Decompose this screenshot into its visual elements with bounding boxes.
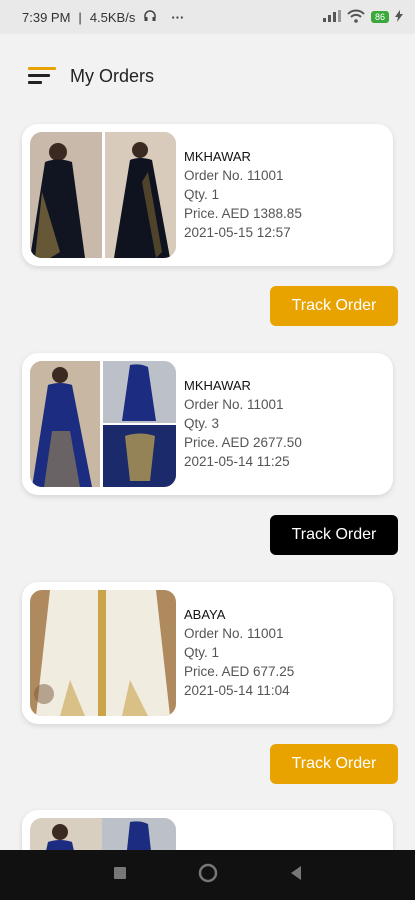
- product-image: [30, 132, 176, 258]
- order-card[interactable]: MKHAWAR Order No. 11001 Qty. 1 Price. AE…: [22, 124, 393, 266]
- order-number: Order No. 11001: [184, 168, 284, 183]
- order-price: Price. AED 2677.50: [184, 435, 302, 450]
- track-order-button[interactable]: Track Order: [270, 744, 398, 784]
- order-brand: ABAYA: [184, 607, 226, 622]
- order-qty: Qty. 3: [184, 416, 220, 431]
- back-icon[interactable]: [289, 865, 303, 886]
- order-brand: MKHAWAR: [184, 378, 251, 393]
- order-card[interactable]: MKHAWAR Order No. 11001 Qty. 3 Price. AE…: [22, 353, 393, 495]
- system-nav-bar: [0, 850, 415, 900]
- order-qty: Qty. 1: [184, 645, 220, 660]
- order-info: MKHAWAR Order No. 11001 Qty. 1 Price. AE…: [184, 147, 302, 242]
- home-icon[interactable]: [197, 862, 219, 889]
- track-order-button[interactable]: Track Order: [270, 286, 398, 326]
- order-info: MKHAWAR Order No. 11001 Qty. 3 Price. AE…: [184, 376, 302, 471]
- order-date: 2021-05-14 11:25: [184, 454, 290, 469]
- product-image: [30, 361, 176, 487]
- order-price: Price. AED 1388.85: [184, 206, 302, 221]
- order-number: Order No. 11001: [184, 397, 284, 412]
- order-date: 2021-05-15 12:57: [184, 225, 291, 240]
- order-info: ABAYA Order No. 11001 Qty. 1 Price. AED …: [184, 605, 294, 700]
- order-card[interactable]: ABAYA Order No. 11001 Qty. 1 Price. AED …: [22, 582, 393, 724]
- order-qty: Qty. 1: [184, 187, 220, 202]
- order-brand: MKHAWAR: [184, 149, 251, 164]
- track-order-button[interactable]: Track Order: [270, 515, 398, 555]
- orders-list: MKHAWAR Order No. 11001 Qty. 1 Price. AE…: [0, 0, 415, 900]
- recent-apps-icon[interactable]: [113, 866, 127, 885]
- order-date: 2021-05-14 11:04: [184, 683, 290, 698]
- order-number: Order No. 11001: [184, 626, 284, 641]
- order-price: Price. AED 677.25: [184, 664, 295, 679]
- product-image: [30, 590, 176, 716]
